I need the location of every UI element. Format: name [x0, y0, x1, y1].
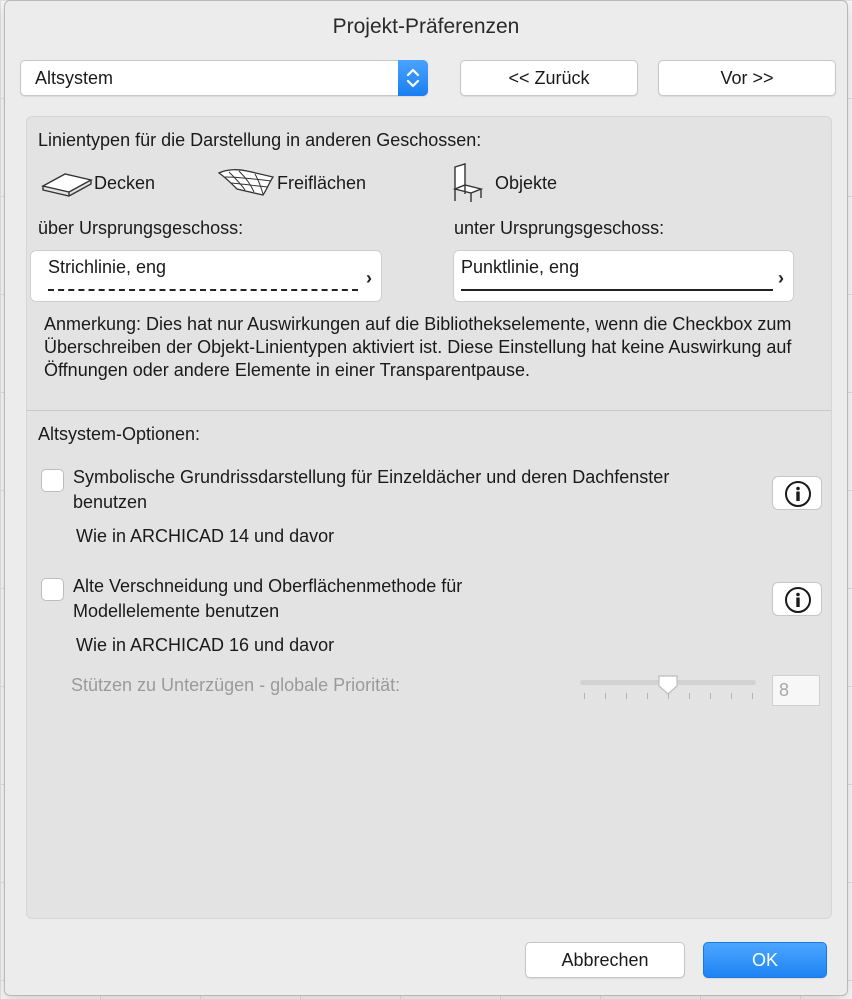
above-label: über Ursprungsgeschoss:: [38, 218, 244, 238]
category-objekte: Objekte: [495, 173, 558, 193]
mesh-icon: [217, 165, 277, 204]
below-linetype-value: Punktlinie, eng: [461, 257, 580, 277]
chevron-right-icon: ›: [366, 268, 372, 288]
back-button[interactable]: << Zurück: [460, 60, 638, 96]
linetypes-heading: Linientypen für die Darstellung in ander…: [38, 130, 482, 150]
slider-tick: [626, 693, 627, 699]
slab-icon: [39, 168, 95, 203]
priority-value-field[interactable]: 8: [772, 675, 820, 706]
priority-slider-thumb[interactable]: [657, 674, 679, 701]
chair-icon: [451, 163, 485, 208]
slider-tick: [731, 693, 732, 699]
chevron-right-icon: ›: [778, 268, 784, 288]
legacy-intersection-label: Alte Verschneidung und Oberflächenmethod…: [73, 576, 463, 621]
priority-label: Stützen zu Unterzügen - globale Prioritä…: [71, 675, 401, 695]
above-linetype-value: Strichlinie, eng: [48, 257, 167, 277]
above-linetype-picker[interactable]: Strichlinie, eng ›: [30, 250, 382, 302]
dashed-line-preview: [48, 289, 358, 291]
legacy-intersection-checkbox[interactable]: [41, 578, 64, 601]
legacy-heading: Altsystem-Optionen:: [38, 424, 201, 444]
roof-symbolic-sub: Wie in ARCHICAD 14 und davor: [76, 526, 335, 546]
slider-tick: [689, 693, 690, 699]
legacy-intersection-sub: Wie in ARCHICAD 16 und davor: [76, 635, 335, 655]
info-icon: [785, 587, 811, 613]
below-label: unter Ursprungsgeschoss:: [454, 218, 665, 238]
roof-symbolic-label: Symbolische Grundrissdarstellung für Ein…: [73, 467, 670, 512]
window-title: Projekt-Präferenzen: [332, 15, 520, 38]
preferences-dialog: Projekt-Präferenzen Altsystem << Zurück …: [4, 0, 848, 996]
category-freiflaechen: Freiflächen: [277, 173, 367, 193]
popup-arrows-icon: [398, 60, 428, 96]
settings-panel: Linientypen für die Darstellung in ander…: [26, 116, 832, 919]
ok-button[interactable]: OK: [703, 942, 827, 978]
slider-tick: [584, 693, 585, 699]
section-popup-value: Altsystem: [35, 68, 114, 88]
section-popup[interactable]: Altsystem: [20, 60, 428, 96]
next-button[interactable]: Vor >>: [658, 60, 836, 96]
linetype-note: Anmerkung: Dies hat nur Auswirkungen auf…: [44, 314, 792, 380]
section-divider: [27, 410, 831, 411]
solid-line-preview: [461, 289, 773, 291]
below-linetype-picker[interactable]: Punktlinie, eng ›: [453, 250, 794, 302]
intersection-info-button[interactable]: [772, 582, 822, 616]
slider-tick: [647, 693, 648, 699]
slider-tick: [752, 693, 753, 699]
info-icon: [785, 481, 811, 507]
roof-info-button[interactable]: [772, 476, 822, 510]
category-decken: Decken: [94, 173, 156, 193]
roof-symbolic-checkbox[interactable]: [41, 469, 64, 492]
cancel-button[interactable]: Abbrechen: [525, 942, 685, 978]
slider-tick: [605, 693, 606, 699]
slider-tick: [710, 693, 711, 699]
